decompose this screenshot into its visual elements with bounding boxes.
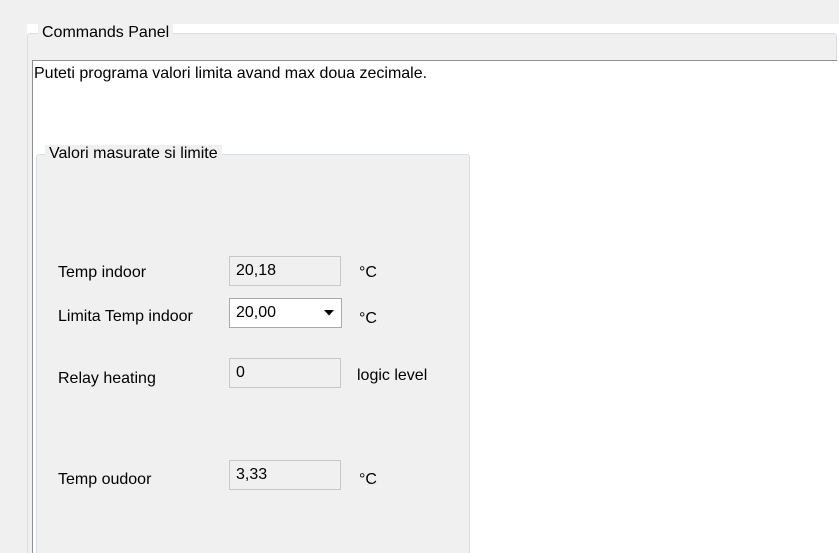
limit-temp-indoor-combobox[interactable]: 20,00 <box>229 298 342 328</box>
window-left-strip <box>0 0 27 553</box>
temp-indoor-value: 20,18 <box>229 256 341 286</box>
relay-heating-value: 0 <box>229 358 341 388</box>
relay-heating-unit: logic level <box>357 367 428 384</box>
commands-panel-title: Commands Panel <box>38 24 174 42</box>
temp-outdoor-value: 3,33 <box>229 460 341 490</box>
temp-indoor-label: Temp indoor <box>58 264 147 281</box>
relay-heating-label: Relay heating <box>58 370 156 387</box>
temp-outdoor-label: Temp oudoor <box>58 471 152 488</box>
info-text: Puteti programa valori limita avand max … <box>34 65 428 82</box>
limit-temp-indoor-value: 20,00 <box>236 304 277 321</box>
chevron-down-icon[interactable] <box>317 299 341 327</box>
values-group-title: Valori masurate si limite <box>45 145 222 163</box>
temp-outdoor-unit: °C <box>359 471 377 488</box>
limit-temp-indoor-label: Limita Temp indoor <box>58 308 193 325</box>
values-group <box>36 154 470 553</box>
window-top-strip <box>0 0 839 24</box>
limit-temp-indoor-unit: °C <box>359 310 377 327</box>
temp-indoor-unit: °C <box>359 264 377 281</box>
